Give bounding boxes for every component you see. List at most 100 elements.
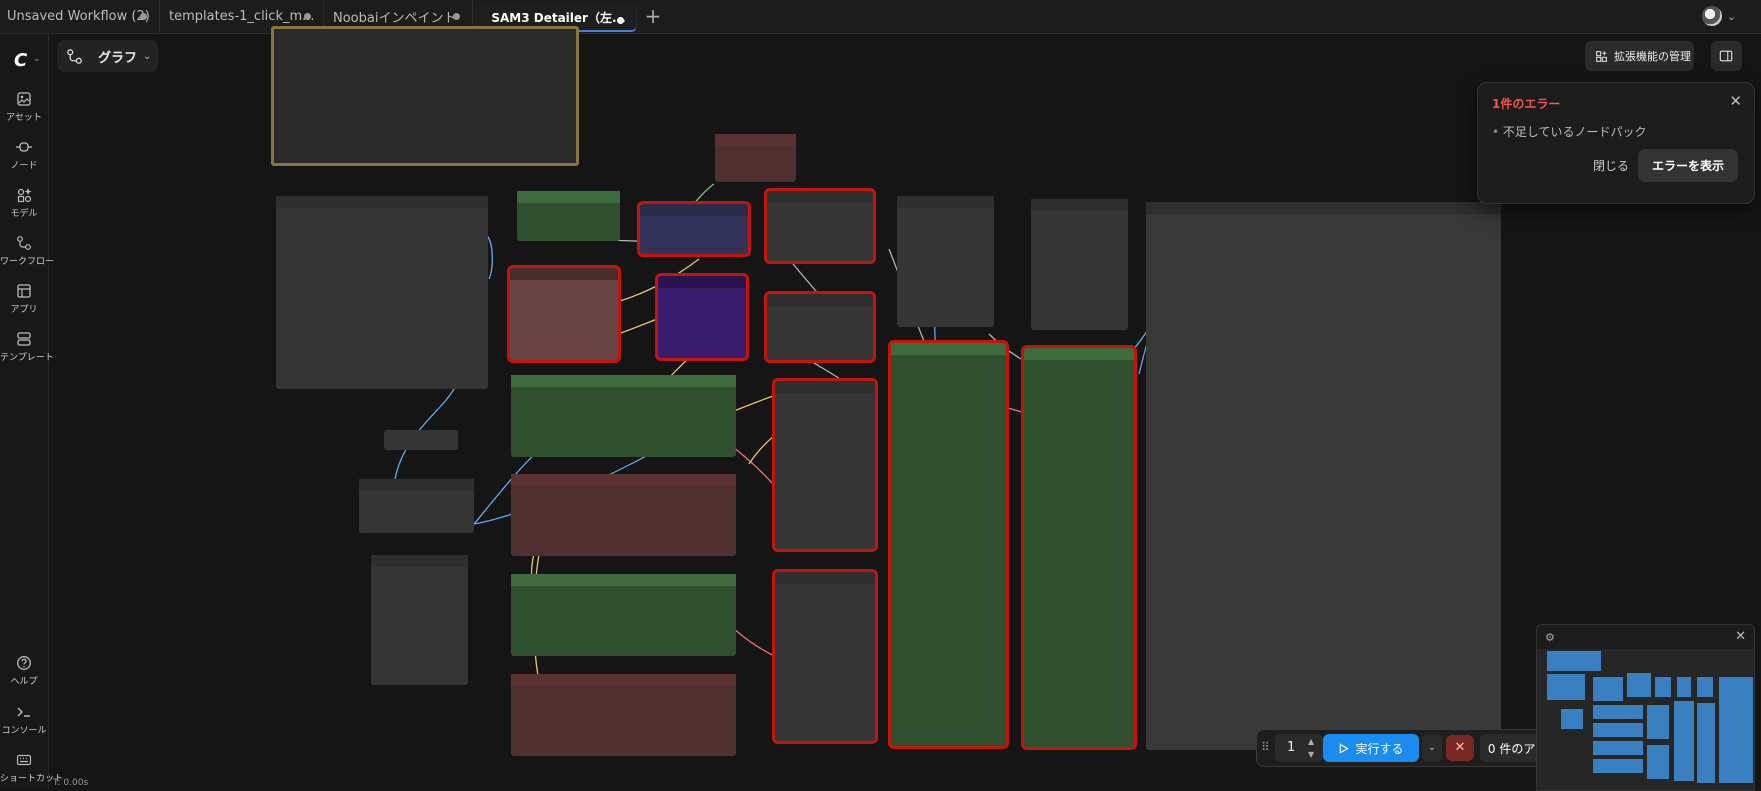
sidebar-item-label: ノード bbox=[10, 161, 38, 171]
sidebar-item-models[interactable]: モデル bbox=[0, 187, 48, 219]
timer-readout: T: 0.00s bbox=[53, 778, 89, 788]
sidebar-item-workflows[interactable]: ワークフロー bbox=[0, 235, 55, 267]
sidebar-item-label: ヘルプ bbox=[10, 677, 38, 687]
show-errors-button[interactable]: エラーを表示 bbox=[1638, 149, 1738, 182]
node-preview[interactable] bbox=[1031, 199, 1128, 330]
minimap-node bbox=[1697, 677, 1713, 697]
sidebar-item-label: ワークフロー bbox=[0, 257, 55, 267]
selection-outline bbox=[772, 378, 878, 552]
chevron-down-icon: ⌄ bbox=[143, 50, 152, 62]
minimap-node bbox=[1593, 677, 1623, 701]
minimap-node bbox=[1647, 745, 1669, 779]
tab-label: Unsaved Workflow (2) bbox=[7, 9, 150, 24]
minimap-node bbox=[1647, 705, 1669, 739]
node-image-loader[interactable] bbox=[276, 196, 488, 389]
sliders-icon[interactable]: ⚙ bbox=[1545, 631, 1555, 644]
minimap-node bbox=[1627, 673, 1651, 697]
graph-menu-button[interactable]: グラフ ⌄ bbox=[57, 40, 158, 72]
minimap-viewport[interactable] bbox=[1537, 649, 1754, 790]
selection-outline bbox=[637, 201, 751, 257]
error-item: 不足しているノードパック bbox=[1492, 123, 1647, 140]
minimap-node bbox=[1593, 705, 1643, 719]
sidebar-item-help[interactable]: ヘルプ bbox=[0, 655, 48, 687]
error-title: 1件のエラー bbox=[1492, 97, 1561, 111]
sidebar-item-label: ショートカット bbox=[0, 774, 64, 784]
node-red-prompt[interactable] bbox=[511, 674, 736, 756]
user-avatar[interactable] bbox=[1702, 6, 1722, 26]
minimap-node bbox=[1674, 701, 1694, 781]
manage-extensions-label: 拡張機能の管理 bbox=[1614, 50, 1691, 63]
template-icon bbox=[17, 332, 31, 346]
minimap-node bbox=[1593, 741, 1643, 755]
minimap[interactable]: ⚙ ✕ bbox=[1536, 624, 1755, 791]
dismiss-error-button[interactable]: 閉じる bbox=[1579, 149, 1643, 181]
minimap-node bbox=[1655, 677, 1671, 697]
selection-outline bbox=[764, 291, 876, 363]
node-red-prompt[interactable] bbox=[511, 474, 736, 556]
node-preview[interactable] bbox=[897, 196, 994, 327]
minimap-node bbox=[1719, 677, 1753, 783]
node-group-frame[interactable] bbox=[271, 26, 579, 166]
node-preview[interactable] bbox=[371, 555, 468, 685]
panel-right-icon bbox=[1719, 50, 1733, 62]
selection-outline bbox=[1021, 345, 1137, 750]
graph-menu-label: グラフ bbox=[98, 50, 138, 66]
puzzle-icon bbox=[1596, 50, 1607, 62]
comfy-logo-icon[interactable]: C bbox=[14, 50, 27, 71]
minimap-node bbox=[1677, 677, 1691, 697]
toggle-panel-button[interactable] bbox=[1711, 41, 1742, 71]
minimap-node bbox=[1593, 759, 1643, 773]
unsaved-dot-icon bbox=[453, 13, 460, 20]
sidebar-item-nodes[interactable]: ノード bbox=[0, 139, 48, 171]
close-icon[interactable]: ✕ bbox=[1735, 629, 1746, 644]
drag-handle-icon[interactable]: ⠿ bbox=[1261, 740, 1270, 754]
minimap-node bbox=[1547, 651, 1601, 671]
sidebar-item-shortcuts[interactable]: ショートカット bbox=[0, 752, 64, 784]
batch-count-value: 1 bbox=[1287, 740, 1296, 755]
help-icon bbox=[17, 656, 31, 670]
tab-bar: Unsaved Workflow (2) templates-1_click_m… bbox=[0, 0, 1761, 34]
batch-count-stepper[interactable]: 1 ▲ ▼ bbox=[1275, 734, 1323, 762]
manage-extensions-button[interactable]: 拡張機能の管理 bbox=[1585, 41, 1694, 71]
model-icon bbox=[17, 188, 32, 203]
tab-label: SAM3 Detailer（左... bbox=[491, 10, 626, 25]
sidebar-item-label: アセット bbox=[6, 113, 42, 123]
chevron-down-icon[interactable]: ⌄ bbox=[1727, 10, 1736, 23]
node-icon bbox=[16, 142, 32, 152]
selection-outline bbox=[507, 265, 621, 363]
workflow-icon bbox=[17, 236, 31, 250]
node-small[interactable] bbox=[359, 479, 474, 533]
sidebar-item-console[interactable]: コンソール bbox=[0, 704, 48, 736]
node-large-preview[interactable] bbox=[1146, 202, 1501, 750]
app-icon bbox=[17, 284, 31, 298]
chevron-up-icon[interactable]: ▲ bbox=[1308, 737, 1314, 746]
node-green-prompt[interactable] bbox=[511, 574, 736, 656]
sidebar-item-label: アプリ bbox=[10, 305, 38, 315]
tab-unsaved-workflow[interactable]: Unsaved Workflow (2) bbox=[0, 0, 160, 33]
chevron-down-icon[interactable]: ▼ bbox=[1308, 750, 1314, 759]
sidebar-item-label: モデル bbox=[10, 209, 38, 219]
cancel-run-button[interactable]: ✕ bbox=[1446, 735, 1474, 761]
close-icon[interactable]: ✕ bbox=[1729, 92, 1742, 110]
tab-label: Noobaiインペイント bbox=[333, 11, 457, 26]
error-panel: 1件のエラー ✕ 不足しているノードパック 閉じる エラーを表示 bbox=[1477, 82, 1755, 204]
minimap-node bbox=[1593, 723, 1643, 737]
sidebar-item-templates[interactable]: テンプレート bbox=[0, 331, 54, 363]
workflow-icon bbox=[67, 48, 82, 64]
sidebar-item-apps[interactable]: アプリ bbox=[0, 283, 48, 315]
run-button[interactable]: 実行する bbox=[1323, 734, 1419, 762]
minimap-node bbox=[1547, 674, 1585, 700]
selection-outline bbox=[764, 188, 876, 264]
node-green-prompt[interactable] bbox=[511, 375, 736, 457]
run-options-chevron-icon[interactable]: ⌄ bbox=[1422, 734, 1442, 762]
node-red[interactable] bbox=[715, 134, 796, 182]
tab-label: templates-1_click_m... bbox=[169, 9, 315, 24]
minimap-node bbox=[1561, 709, 1583, 729]
new-tab-plus-icon[interactable]: + bbox=[643, 6, 663, 26]
node-small[interactable] bbox=[384, 430, 458, 450]
unsaved-dot-icon bbox=[140, 13, 147, 20]
chevron-down-icon[interactable]: ⌄ bbox=[33, 54, 41, 64]
node-green[interactable] bbox=[517, 191, 620, 241]
sidebar-item-label: コンソール bbox=[1, 726, 47, 736]
sidebar-item-assets[interactable]: アセット bbox=[0, 91, 48, 123]
